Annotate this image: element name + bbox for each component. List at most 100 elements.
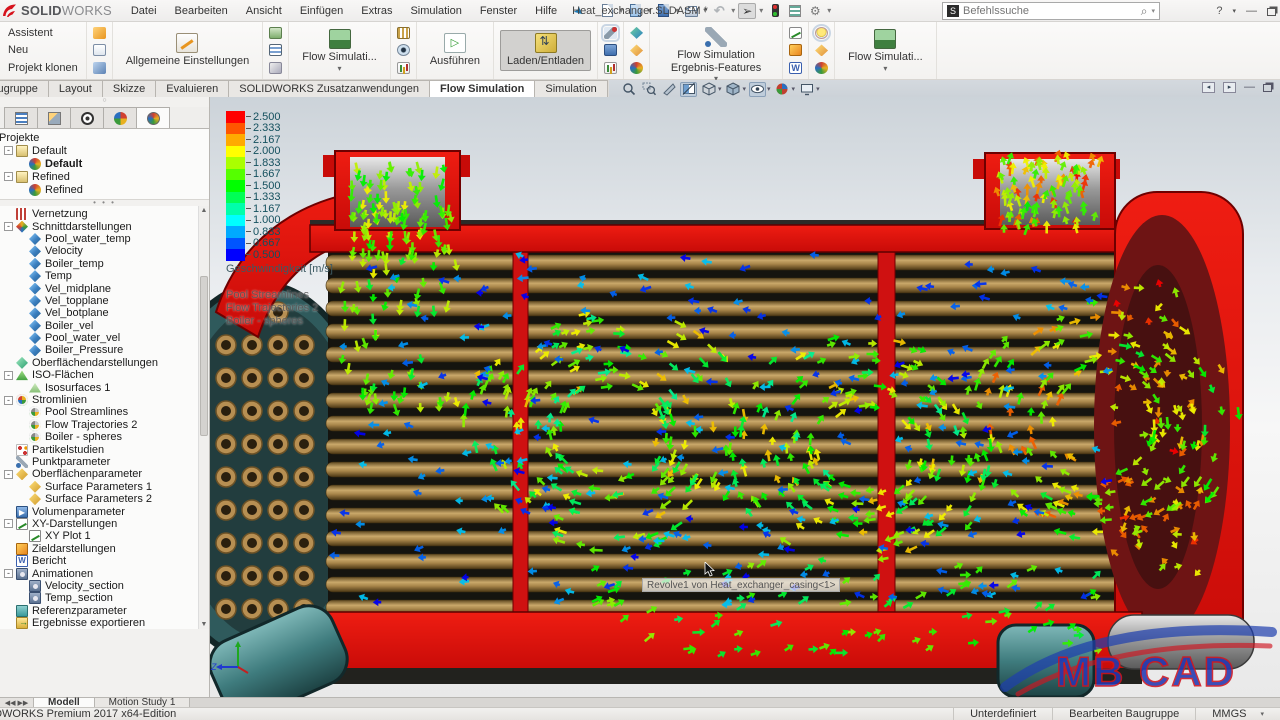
hide-show-items-icon[interactable] — [749, 82, 766, 97]
mesh-grid-icon[interactable] — [397, 27, 410, 39]
tree-item-temp[interactable]: Temp — [2, 270, 197, 282]
new-project-icon[interactable] — [93, 44, 106, 56]
expander-icon[interactable]: - — [4, 172, 13, 181]
tree-item-punktparameter[interactable]: Punktparameter — [2, 456, 197, 468]
section-tool-icon[interactable] — [660, 82, 677, 97]
tree-item-xy-plot-1[interactable]: XY Plot 1 — [2, 530, 197, 542]
bottom-tab-modell[interactable]: Modell — [34, 698, 95, 707]
view-orientation-icon[interactable] — [700, 82, 717, 97]
tree-item-animationen[interactable]: -Animationen — [2, 567, 197, 579]
tab-baugruppe[interactable]: Baugruppe — [0, 80, 49, 97]
scroll-thumb[interactable] — [200, 276, 208, 436]
tree-item-schnittdarstellungen[interactable]: -Schnittdarstellungen — [2, 220, 197, 232]
flow-display-caret-icon[interactable]: ▾ — [338, 66, 342, 72]
menu-simulation[interactable]: Simulation — [401, 5, 470, 17]
tree-item-pool-water-temp[interactable]: Pool_water_temp — [2, 233, 197, 245]
result-features-button[interactable]: Flow Simulation Ergebnis-Features ▾ — [656, 24, 776, 85]
tree-item-isosurfaces-1[interactable]: Isosurfaces 1 — [2, 381, 197, 393]
help-caret-icon[interactable]: ▾ — [1232, 7, 1236, 15]
bottom-tab-motion-study-1[interactable]: Motion Study 1 — [95, 698, 191, 707]
tab-layout[interactable]: Layout — [48, 80, 103, 97]
save-results-icon[interactable] — [604, 44, 617, 56]
doc-minimize-icon[interactable]: — — [1244, 81, 1255, 93]
tree-item-default[interactable]: -Default — [2, 144, 209, 157]
tree-item-surface-parameters-1[interactable]: Surface Parameters 1 — [2, 481, 197, 493]
restore-button[interactable] — [1267, 8, 1276, 16]
display-style-icon[interactable] — [725, 82, 742, 97]
tree-item-temp-section[interactable]: Temp_section — [2, 592, 197, 604]
tab-evaluieren[interactable]: Evaluieren — [155, 80, 229, 97]
flow-tools-caret-icon[interactable]: ▾ — [883, 66, 887, 72]
appearances-icon[interactable] — [774, 82, 791, 97]
tree-item-boiler-spheres[interactable]: Boiler - spheres — [2, 431, 197, 443]
print-button[interactable] — [682, 3, 700, 19]
menu-extras[interactable]: Extras — [352, 5, 401, 17]
goal-plot-icon[interactable] — [789, 44, 802, 56]
tree-item-bericht[interactable]: WBericht — [2, 555, 197, 567]
tree-item-velocity[interactable]: Velocity — [2, 245, 197, 257]
tree-item-pool-streamlines[interactable]: Pool Streamlines — [2, 406, 197, 418]
eyedropper-icon[interactable] — [604, 27, 617, 39]
save-button[interactable] — [654, 3, 672, 19]
lightbulb-icon[interactable] — [815, 27, 828, 39]
new-project-button[interactable]: Neu — [6, 43, 80, 57]
tab-solidworks-zusatzanwendungen[interactable]: SOLIDWORKS Zusatzanwendungen — [228, 80, 430, 97]
flow-doc-icon[interactable] — [269, 27, 282, 39]
flow-simulation-display-button[interactable]: Flow Simulati... ▾ — [295, 26, 384, 75]
minimize-button[interactable]: — — [1246, 5, 1257, 17]
tree-item-surface-parameters-2[interactable]: Surface Parameters 2 — [2, 493, 197, 505]
panel-handle[interactable]: ○ — [0, 97, 209, 107]
tree-item-vel-topplane[interactable]: Vel_topplane — [2, 295, 197, 307]
menu-hilfe[interactable]: Hilfe — [526, 5, 566, 17]
report-icon[interactable]: W — [789, 62, 802, 74]
select-tool-button[interactable]: ➢ — [738, 3, 756, 19]
tree-item-oberfl-chenparameter[interactable]: -Oberflächenparameter — [2, 468, 197, 480]
new-document-button[interactable] — [598, 3, 616, 19]
display-parameters-icon[interactable] — [815, 44, 828, 56]
feature-statistics-button[interactable] — [786, 3, 804, 19]
general-settings-button[interactable]: Allgemeine Einstellungen — [119, 30, 257, 71]
tab-property-manager[interactable] — [37, 107, 71, 128]
tree-item-vel-midplane[interactable]: Vel_midplane — [2, 282, 197, 294]
tree-item-volumenparameter[interactable]: ▶Volumenparameter — [2, 505, 197, 517]
tab-flow-simulation[interactable]: Flow Simulation — [429, 80, 535, 97]
clone-project-icon[interactable] — [93, 62, 106, 74]
clone-project-button[interactable]: Projekt klonen — [6, 61, 80, 75]
tree-item-referenzparameter[interactable]: Referenzparameter — [2, 605, 197, 617]
search-input[interactable] — [963, 5, 1137, 17]
menu-bearbeiten[interactable]: Bearbeiten — [166, 5, 237, 17]
expander-icon[interactable]: - — [4, 396, 13, 405]
menu-ansicht[interactable]: Ansicht — [237, 5, 291, 17]
rebuild-button[interactable] — [766, 3, 784, 19]
help-button[interactable]: ? — [1216, 5, 1222, 17]
flow-wand-icon[interactable] — [269, 62, 282, 74]
search-icon[interactable]: ⌕ — [1141, 4, 1148, 19]
menu-einfügen[interactable]: Einfügen — [291, 5, 352, 17]
tab-nav-buttons[interactable]: ◀◀ ▶▶ — [0, 698, 34, 707]
tree-item-pool-water-vel[interactable]: Pool_water_vel — [2, 332, 197, 344]
tree-item-oberfl-chendarstellungen[interactable]: Oberflächendarstellungen — [2, 357, 197, 369]
expander-icon[interactable]: - — [4, 519, 13, 528]
command-search[interactable]: S ⌕ ▾ — [942, 2, 1160, 20]
expander-icon[interactable]: - — [4, 146, 13, 155]
expander-icon[interactable]: - — [4, 569, 13, 578]
tree-item-xy-darstellungen[interactable]: -XY-Darstellungen — [2, 518, 197, 530]
zoom-fit-icon[interactable] — [620, 82, 637, 97]
tree-item-zieldarstellungen[interactable]: Zieldarstellungen — [2, 543, 197, 555]
scene-icon[interactable] — [798, 82, 815, 97]
expander-icon[interactable]: - — [4, 222, 13, 231]
section-view-icon[interactable] — [680, 82, 697, 97]
tree-item-vernetzung[interactable]: Vernetzung — [2, 208, 197, 220]
status-units[interactable]: MMGS▾ — [1195, 708, 1280, 720]
solve-chart-icon[interactable] — [397, 62, 410, 74]
tree-item-boiler-pressure[interactable]: Boiler_Pressure — [2, 344, 197, 356]
zoom-area-icon[interactable] — [640, 82, 657, 97]
tree-scrollbar[interactable]: ▲ ▼ — [198, 206, 209, 629]
expander-icon[interactable]: - — [4, 470, 13, 479]
undo-button[interactable]: ↶ — [710, 3, 728, 19]
tree-item-iso-fl-chen[interactable]: -ISO-Flächen — [2, 369, 197, 381]
flow-list-icon[interactable] — [269, 44, 282, 56]
tab-display-manager[interactable] — [103, 107, 137, 128]
options-button[interactable]: ⚙ — [806, 3, 824, 19]
tree-item-vel-botplane[interactable]: Vel_botplane — [2, 307, 197, 319]
